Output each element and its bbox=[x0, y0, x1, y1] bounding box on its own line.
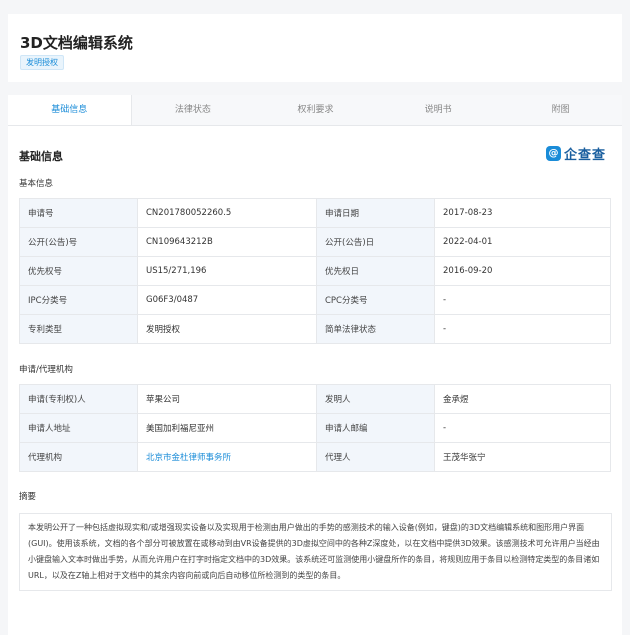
field-label: 申请日期 bbox=[316, 198, 435, 228]
field-label: 简单法律状态 bbox=[316, 314, 435, 344]
field-label: 公开(公告)日 bbox=[316, 227, 435, 257]
field-value: 发明授权 bbox=[137, 314, 317, 344]
field-label: 代理机构 bbox=[19, 442, 138, 472]
field-label: 专利类型 bbox=[19, 314, 138, 344]
qichacha-logo-text: 企查查 bbox=[564, 148, 607, 163]
patent-header-card: 3D文档编辑系统 发明授权 bbox=[8, 14, 622, 82]
agency-info-title: 申请/代理机构 bbox=[19, 365, 73, 375]
tab-bar: 基础信息 法律状态 权利要求 说明书 附图 bbox=[8, 95, 622, 126]
agency-info-table: 申请(专利权)人 苹果公司 发明人 金承煜 申请人地址 美国加利福尼亚州 申请人… bbox=[19, 384, 611, 472]
field-value: 金承煜 bbox=[434, 384, 611, 414]
field-label: CPC分类号 bbox=[316, 285, 435, 315]
field-value: 王茂华张宁 bbox=[434, 442, 611, 472]
tab-basic-info[interactable]: 基础信息 bbox=[8, 95, 132, 125]
field-value: G06F3/0487 bbox=[137, 285, 317, 315]
field-value: 2017-08-23 bbox=[434, 198, 611, 228]
basic-info-table: 申请号 CN201780052260.5 申请日期 2017-08-23 公开(… bbox=[19, 198, 611, 344]
field-value: - bbox=[434, 413, 611, 443]
field-value: 美国加利福尼亚州 bbox=[137, 413, 317, 443]
patent-title: 3D文档编辑系统 bbox=[20, 34, 133, 52]
field-value: 2022-04-01 bbox=[434, 227, 611, 257]
main-content-card: 基础信息 法律状态 权利要求 说明书 附图 基础信息 @ 企查查 基本信息 申请… bbox=[8, 95, 622, 635]
table-row: 专利类型 发明授权 简单法律状态 - bbox=[19, 314, 611, 344]
tab-description[interactable]: 说明书 bbox=[377, 95, 500, 125]
table-row: 申请(专利权)人 苹果公司 发明人 金承煜 bbox=[19, 384, 611, 414]
field-value: US15/271,196 bbox=[137, 256, 317, 286]
qichacha-logo: @ 企查查 bbox=[546, 144, 606, 163]
field-value: CN109643212B bbox=[137, 227, 317, 257]
abstract-text: 本发明公开了一种包括虚拟现实和/或增强现实设备以及实现用于检测由用户做出的手势的… bbox=[19, 513, 612, 591]
field-label: 发明人 bbox=[316, 384, 435, 414]
field-label: IPC分类号 bbox=[19, 285, 138, 315]
section-title: 基础信息 bbox=[19, 150, 63, 163]
field-label: 优先权日 bbox=[316, 256, 435, 286]
basic-info-title: 基本信息 bbox=[19, 179, 54, 189]
tab-claims[interactable]: 权利要求 bbox=[254, 95, 377, 125]
field-label: 代理人 bbox=[316, 442, 435, 472]
table-row: 公开(公告)号 CN109643212B 公开(公告)日 2022-04-01 bbox=[19, 227, 611, 257]
table-row: 优先权号 US15/271,196 优先权日 2016-09-20 bbox=[19, 256, 611, 286]
abstract-title: 摘要 bbox=[19, 492, 37, 502]
agency-link[interactable]: 北京市金杜律师事务所 bbox=[146, 453, 231, 463]
field-label: 优先权号 bbox=[19, 256, 138, 286]
field-value: 北京市金杜律师事务所 bbox=[137, 442, 317, 472]
field-value: 2016-09-20 bbox=[434, 256, 611, 286]
field-label: 申请人地址 bbox=[19, 413, 138, 443]
field-label: 申请号 bbox=[19, 198, 138, 228]
patent-type-badge: 发明授权 bbox=[20, 55, 64, 70]
field-label: 公开(公告)号 bbox=[19, 227, 138, 257]
field-value: CN201780052260.5 bbox=[137, 198, 317, 228]
table-row: IPC分类号 G06F3/0487 CPC分类号 - bbox=[19, 285, 611, 315]
tab-drawings[interactable]: 附图 bbox=[499, 95, 622, 125]
table-row: 申请人地址 美国加利福尼亚州 申请人邮编 - bbox=[19, 413, 611, 443]
field-label: 申请(专利权)人 bbox=[19, 384, 138, 414]
table-row: 申请号 CN201780052260.5 申请日期 2017-08-23 bbox=[19, 198, 611, 228]
field-label: 申请人邮编 bbox=[316, 413, 435, 443]
qichacha-logo-icon: @ bbox=[546, 146, 561, 161]
field-value: 苹果公司 bbox=[137, 384, 317, 414]
table-row: 代理机构 北京市金杜律师事务所 代理人 王茂华张宁 bbox=[19, 442, 611, 472]
field-value: - bbox=[434, 285, 611, 315]
tab-legal-status[interactable]: 法律状态 bbox=[132, 95, 255, 125]
field-value: - bbox=[434, 314, 611, 344]
